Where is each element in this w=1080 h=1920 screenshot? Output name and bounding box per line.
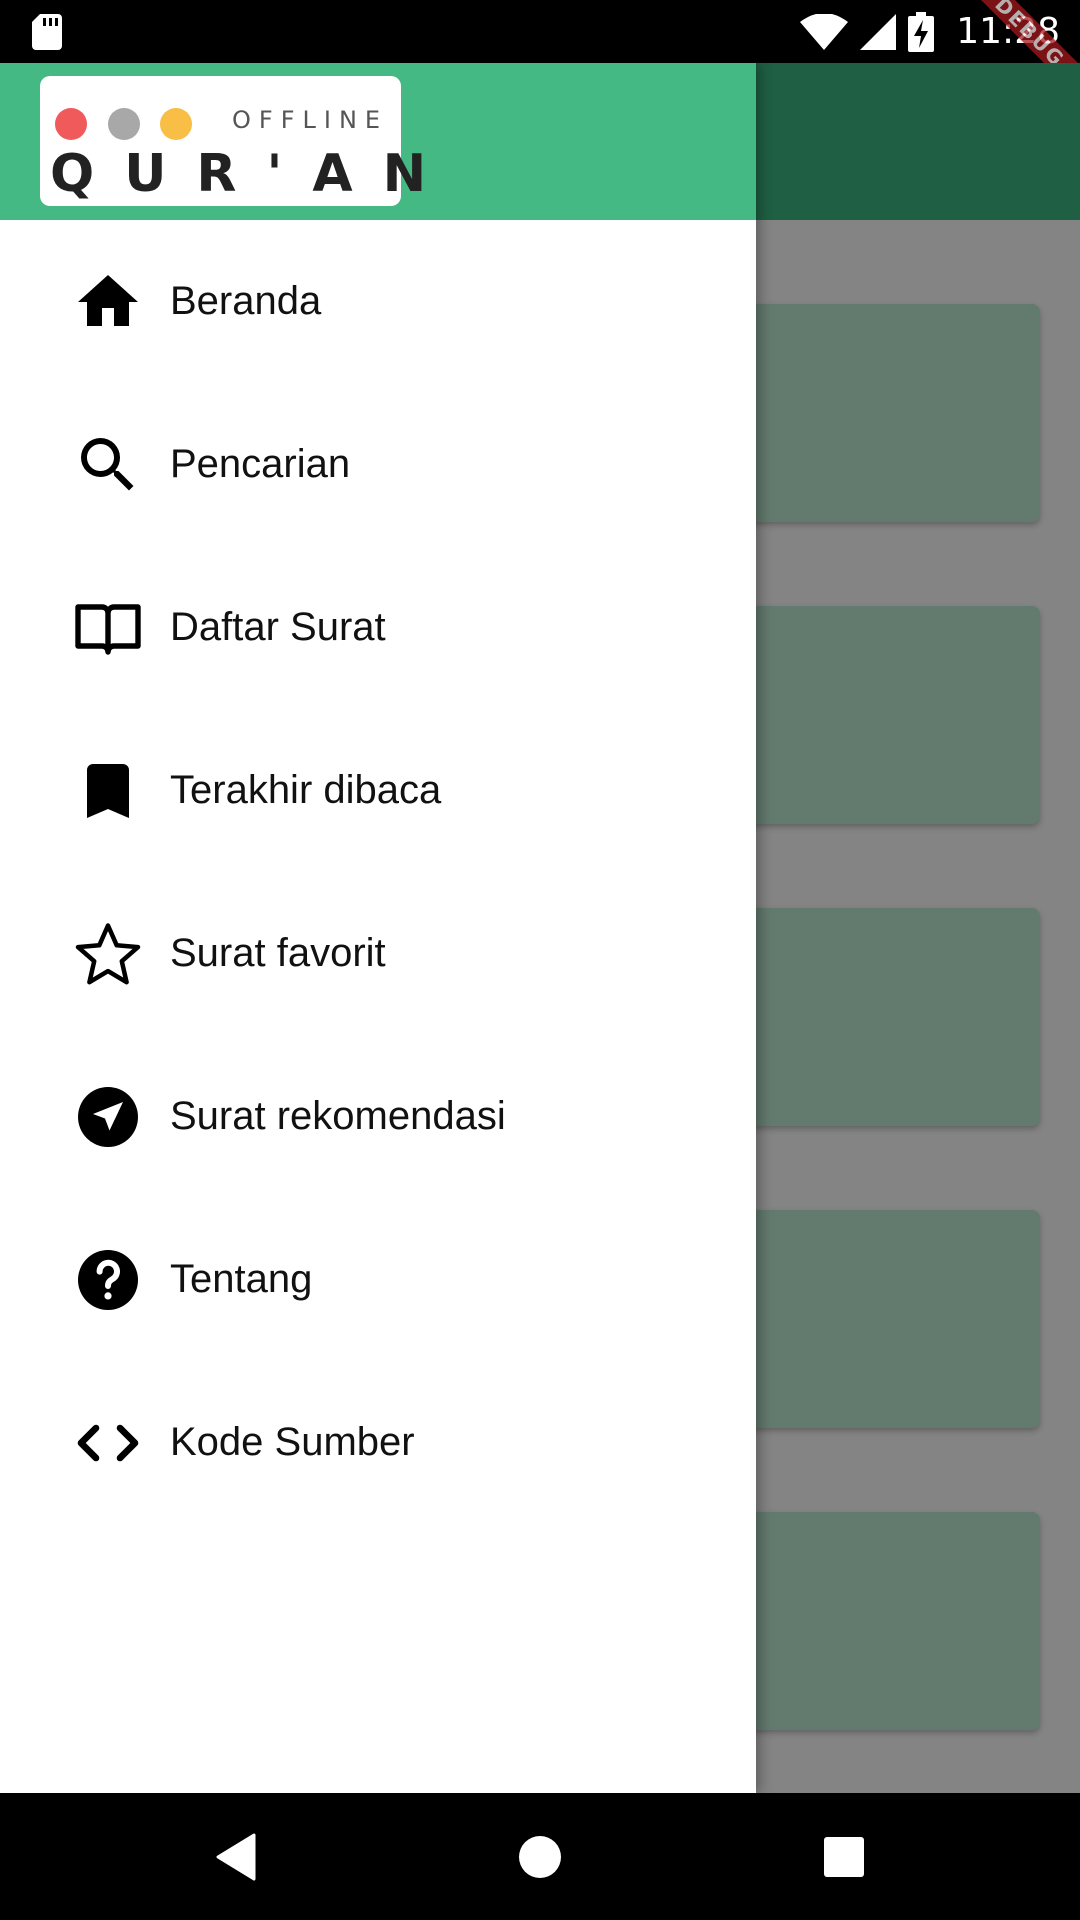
drawer-header: OFFLINE QUR'AN [0,63,756,220]
book-open-icon [72,592,144,664]
logo-quran-text: QUR'AN [50,144,457,204]
sd-card-icon [32,14,62,50]
home-circle-icon [519,1836,561,1878]
menu-item-beranda[interactable]: Beranda [0,220,756,383]
home-icon [72,266,144,338]
logo-dot-red [55,108,87,140]
menu-item-terakhir-dibaca[interactable]: Terakhir dibaca [0,709,756,872]
back-button[interactable] [206,1827,266,1887]
drawer-menu: Beranda Pencarian Daftar Surat Terakhir … [0,220,756,1524]
recents-button[interactable] [814,1827,874,1887]
debug-banner-label: DEBUG [964,0,1080,63]
help-circle-icon [72,1244,144,1316]
navigation-drawer: OFFLINE QUR'AN Beranda Pencarian Daftar … [0,63,756,1793]
status-bar: 11:28 DEBUG [0,0,1080,63]
menu-item-surat-favorit[interactable]: Surat favorit [0,872,756,1035]
menu-item-label: Surat rekomendasi [170,1094,506,1138]
app-logo: OFFLINE QUR'AN [40,76,426,206]
search-icon [72,429,144,501]
navigation-icon [72,1081,144,1153]
menu-item-label: Tentang [170,1257,313,1301]
system-nav-bar [0,1793,1080,1920]
menu-item-label: Beranda [170,279,322,323]
logo-dot-yellow [160,108,192,140]
battery-charging-icon [908,11,935,52]
wifi-icon [800,13,849,50]
back-icon [216,1833,256,1881]
logo-offline-text: OFFLINE [232,106,389,134]
menu-item-label: Kode Sumber [170,1420,415,1464]
menu-item-kode-sumber[interactable]: Kode Sumber [0,1361,756,1524]
menu-item-daftar-surat[interactable]: Daftar Surat [0,546,756,709]
home-button[interactable] [510,1827,570,1887]
menu-item-pencarian[interactable]: Pencarian [0,383,756,546]
menu-item-label: Surat favorit [170,931,386,975]
code-icon [72,1407,144,1479]
cell-signal-icon [860,13,897,50]
menu-item-label: Daftar Surat [170,605,386,649]
menu-item-tentang[interactable]: Tentang [0,1198,756,1361]
menu-item-surat-rekomendasi[interactable]: Surat rekomendasi [0,1035,756,1198]
debug-banner: DEBUG [960,0,1080,63]
menu-item-label: Pencarian [170,442,351,486]
menu-item-label: Terakhir dibaca [170,768,442,812]
logo-dot-gray [108,108,140,140]
recents-icon [824,1837,864,1877]
star-outline-icon [72,918,144,990]
bookmark-icon [72,755,144,827]
